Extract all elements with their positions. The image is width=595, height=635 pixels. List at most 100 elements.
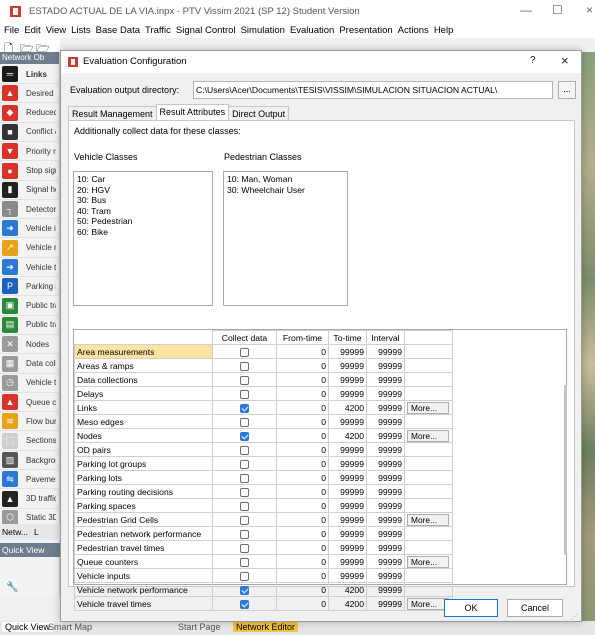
to-time-cell[interactable]: 99999	[328, 442, 367, 457]
table-row[interactable]: Pedestrian Grid Cells 0 99999 99999 More...	[74, 512, 453, 527]
table-row[interactable]: Pedestrian travel times 0 99999 99999	[74, 540, 453, 555]
collect-data-checkbox[interactable]	[240, 487, 249, 497]
from-time-cell[interactable]: 0	[276, 484, 329, 499]
sidebar-item[interactable]: ✕ Nodes	[0, 335, 60, 355]
list-item[interactable]: 40: Tram	[77, 206, 209, 217]
table-row[interactable]: Parking lots 0 99999 99999	[74, 470, 453, 485]
list-item[interactable]: 50: Pedestrian	[77, 216, 209, 227]
sidebar-item[interactable]: ⇋ Pavement markings	[0, 470, 60, 490]
collect-data-checkbox[interactable]	[240, 389, 249, 399]
sidebar-item[interactable]: ≋ Flow bundles	[0, 412, 60, 432]
to-time-cell[interactable]: 99999	[328, 484, 367, 499]
collect-data-checkbox[interactable]	[240, 459, 249, 469]
interval-cell[interactable]: 99999	[366, 582, 405, 597]
from-time-cell[interactable]: 0	[276, 554, 329, 569]
resize-grip-icon[interactable]: ⋰	[571, 613, 578, 621]
to-time-cell[interactable]: 99999	[328, 540, 367, 555]
collect-data-checkbox[interactable]	[240, 585, 249, 595]
sidebar-item[interactable]: ▲ Queue counters	[0, 393, 60, 413]
collect-data-checkbox[interactable]	[240, 557, 249, 567]
to-time-cell[interactable]: 99999	[328, 526, 367, 541]
sidebar-item[interactable]: ┐ Detectors	[0, 200, 60, 220]
output-directory-field[interactable]: C:\Users\Acer\Documents\TESIS\VISSIM\SIM…	[193, 81, 553, 99]
menu-simulation[interactable]: Simulation	[241, 25, 285, 36]
interval-cell[interactable]: 99999	[366, 386, 405, 401]
sidebar-item[interactable]: ▣ Public transport stops	[0, 297, 60, 316]
interval-cell[interactable]: 99999	[366, 414, 405, 429]
to-time-cell[interactable]: 99999	[328, 568, 367, 583]
table-row[interactable]: OD pairs 0 99999 99999	[74, 442, 453, 457]
interval-cell[interactable]: 99999	[366, 540, 405, 555]
to-time-cell[interactable]: 99999	[328, 512, 367, 527]
table-row[interactable]: Pedestrian network performance 0 99999 9999…	[74, 526, 453, 541]
from-time-cell[interactable]: 0	[276, 456, 329, 471]
sidebar-item[interactable]: ═ Links	[0, 65, 60, 84]
interval-cell[interactable]: 99999	[366, 484, 405, 499]
sidebar-item[interactable]: ↗ Vehicle routes	[0, 239, 60, 258]
sidebar-item[interactable]: ■ Conflict areas	[0, 123, 60, 142]
tab-result-management[interactable]: Result Management	[68, 106, 157, 120]
sidebar-item[interactable]: ◆ Reduced speed	[0, 104, 60, 123]
sidebar-item[interactable]: P Parking lots	[0, 277, 60, 297]
tab-network-editor[interactable]: Network Editor	[233, 622, 299, 632]
collect-data-checkbox[interactable]	[240, 529, 249, 539]
tab-quick-view[interactable]: Quick View	[2, 622, 53, 632]
menu-evaluation[interactable]: Evaluation	[290, 25, 334, 36]
menu-actions[interactable]: Actions	[398, 25, 429, 36]
table-row[interactable]: Data collections 0 99999 99999	[74, 372, 453, 387]
from-time-cell[interactable]: 0	[276, 372, 329, 387]
interval-cell[interactable]: 99999	[366, 400, 405, 415]
list-item[interactable]: 20: HGV	[77, 185, 209, 196]
interval-cell[interactable]: 99999	[366, 568, 405, 583]
menu-signal-control[interactable]: Signal Control	[176, 25, 236, 36]
menu-edit[interactable]: Edit	[24, 25, 40, 36]
list-item[interactable]: 30: Bus	[77, 195, 209, 206]
more-button[interactable]: More...	[407, 555, 449, 568]
table-row[interactable]: Parking routing decisions 0 99999 99999	[74, 484, 453, 499]
vehicle-classes-list[interactable]: 10: Car 20: HGV 30: Bus 40: Tram 50: Ped…	[73, 171, 213, 306]
from-time-cell[interactable]: 0	[276, 428, 329, 443]
interval-cell[interactable]: 99999	[366, 442, 405, 457]
sidebar-item[interactable]: ▲ 3D traffic signals	[0, 490, 60, 509]
tab-direct-output[interactable]: Direct Output	[228, 106, 290, 120]
to-time-cell[interactable]: 99999	[328, 372, 367, 387]
table-row[interactable]: Vehicle network performance 0 4200 99999	[74, 582, 453, 597]
tab-start-page[interactable]: Start Page	[178, 622, 221, 632]
interval-cell[interactable]: 99999	[366, 596, 405, 611]
table-row[interactable]: Nodes 0 4200 99999 More...	[74, 428, 453, 443]
interval-cell[interactable]: 99999	[366, 344, 405, 359]
to-time-cell[interactable]: 99999	[328, 498, 367, 513]
ok-button[interactable]: OK	[444, 599, 498, 617]
minimize-button[interactable]: —	[520, 3, 532, 17]
pedestrian-classes-list[interactable]: 10: Man, Woman 30: Wheelchair User	[223, 171, 348, 306]
to-time-cell[interactable]: 4200	[328, 428, 367, 443]
table-row[interactable]: Meso edges 0 99999 99999	[74, 414, 453, 429]
collect-data-checkbox[interactable]	[240, 375, 249, 385]
to-time-cell[interactable]: 4200	[328, 582, 367, 597]
table-scrollbar[interactable]	[564, 385, 567, 555]
from-time-cell[interactable]: 0	[276, 582, 329, 597]
from-time-cell[interactable]: 0	[276, 414, 329, 429]
from-time-cell[interactable]: 0	[276, 512, 329, 527]
list-item[interactable]: 10: Man, Woman	[227, 174, 344, 185]
from-time-cell[interactable]: 0	[276, 400, 329, 415]
table-row[interactable]: Queue counters 0 99999 99999 More...	[74, 554, 453, 569]
table-row[interactable]: Links 0 4200 99999 More...	[74, 400, 453, 415]
menu-lists[interactable]: Lists	[71, 25, 91, 36]
to-time-cell[interactable]: 99999	[328, 344, 367, 359]
sidebar-item[interactable]: ▮ Signal heads	[0, 181, 60, 200]
menu-view[interactable]: View	[46, 25, 66, 36]
interval-cell[interactable]: 99999	[366, 498, 405, 513]
tab-result-attributes[interactable]: Result Attributes	[155, 104, 230, 120]
sidebar-item[interactable]: ▦ Data collection points	[0, 355, 60, 374]
collect-data-checkbox[interactable]	[240, 417, 249, 427]
collect-data-checkbox[interactable]	[240, 543, 249, 553]
collect-data-checkbox[interactable]	[240, 361, 249, 371]
sidebar-item[interactable]: ⬚ Sections	[0, 432, 60, 451]
to-time-cell[interactable]: 99999	[328, 386, 367, 401]
close-window-button[interactable]: ×	[586, 3, 593, 17]
from-time-cell[interactable]: 0	[276, 498, 329, 513]
sidebar-item[interactable]: ▼ Priority rules	[0, 142, 60, 162]
interval-cell[interactable]: 99999	[366, 456, 405, 471]
collect-data-checkbox[interactable]	[240, 571, 249, 581]
